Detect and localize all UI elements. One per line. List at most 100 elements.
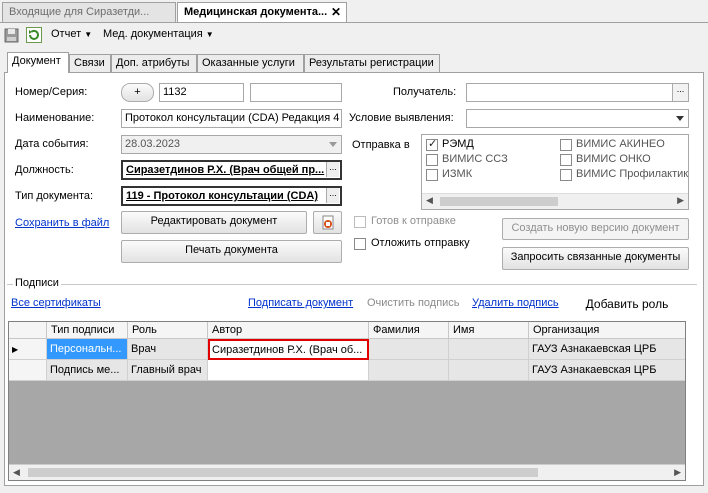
scroll-right-icon[interactable]: ▶ xyxy=(674,467,681,478)
position-lookup-button[interactable]: ... xyxy=(326,162,339,177)
edit-document-button[interactable]: Редактировать документ xyxy=(121,211,307,234)
dropdown-arrow-icon: ▼ xyxy=(84,30,93,39)
row-indicator[interactable] xyxy=(9,360,47,381)
print-document-button[interactable]: Печать документа xyxy=(121,240,342,263)
tab-document-label: Документ xyxy=(12,55,61,67)
table-cell-author[interactable] xyxy=(208,360,369,381)
column-header[interactable]: Тип подписи xyxy=(47,322,128,339)
table-cell-role[interactable]: Врач xyxy=(128,339,208,360)
postpone-send-label: Отложить отправку xyxy=(371,237,470,249)
table-cell-type[interactable]: Подпись ме... xyxy=(47,360,128,381)
tab-links[interactable]: Связи xyxy=(69,54,111,72)
send-option-label: ИЗМК xyxy=(442,168,473,180)
position-value: Сиразетдинов Р.Х. (Врач общей пр... xyxy=(126,164,325,176)
tab-extra-attributes[interactable]: Доп. атрибуты xyxy=(111,54,197,72)
send-option-checkbox[interactable] xyxy=(560,169,572,181)
recipient-label: Получатель: xyxy=(393,86,457,98)
save-disk-icon[interactable] xyxy=(4,28,19,43)
sign-document-link[interactable]: Подписать документ xyxy=(248,297,353,309)
recipient-field[interactable]: ... xyxy=(466,83,689,102)
scroll-left-icon[interactable]: ◀ xyxy=(13,467,20,478)
send-option-checkbox[interactable] xyxy=(560,139,572,151)
number-field[interactable]: 1132 xyxy=(159,83,244,102)
request-linked-docs-button[interactable]: Запросить связанные документы xyxy=(502,247,689,270)
tab-registration-results-label: Результаты регистрации xyxy=(309,57,434,69)
report-menu[interactable]: Отчет ▼ xyxy=(51,28,92,40)
row-indicator[interactable]: ▶ xyxy=(9,339,47,360)
row-pointer-icon: ▶ xyxy=(12,345,19,354)
postpone-send-checkbox[interactable] xyxy=(354,238,366,250)
event-date-value: 28.03.2023 xyxy=(125,138,181,150)
column-header[interactable]: Фамилия xyxy=(369,322,449,339)
send-option-label: ВИМИС ССЗ xyxy=(442,153,508,165)
table-cell-org[interactable]: ГАУЗ Азнакаевская ЦРБ xyxy=(529,339,685,360)
send-option-label: ВИМИС АКИНЕО xyxy=(576,138,665,150)
refresh-icon[interactable] xyxy=(26,27,42,43)
table-cell-name[interactable] xyxy=(449,360,529,381)
send-option-label: ВИМИС ОНКО xyxy=(576,153,651,165)
column-header[interactable]: Организация xyxy=(529,322,685,339)
row-indicator-header xyxy=(9,322,47,339)
table-cell-author[interactable]: Сиразетдинов Р.Х. (Врач об... xyxy=(208,339,369,360)
position-field[interactable]: Сиразетдинов Р.Х. (Врач общей пр...... xyxy=(121,160,342,180)
signatures-table[interactable]: Тип подписи Роль Автор Фамилия Имя Орган… xyxy=(8,321,686,481)
scroll-right-icon[interactable]: ▶ xyxy=(677,195,684,206)
tab-registration-results[interactable]: Результаты регистрации xyxy=(304,54,440,72)
column-header[interactable]: Роль xyxy=(128,322,208,339)
add-number-button[interactable]: + xyxy=(121,83,154,102)
send-to-label: Отправка в xyxy=(352,139,410,151)
tab-links-label: Связи xyxy=(74,57,105,69)
event-date-field[interactable]: 28.03.2023 xyxy=(121,135,342,154)
doc-tab-med-doc[interactable]: Медицинская документа... ✕ xyxy=(177,2,347,22)
doc-tab-med-doc-label: Медицинская документа... xyxy=(184,6,328,18)
horizontal-scrollbar[interactable]: ◀ ▶ xyxy=(422,193,688,209)
table-horizontal-scrollbar[interactable]: ◀ ▶ xyxy=(9,464,685,480)
scrollbar-thumb[interactable] xyxy=(440,197,558,206)
signatures-divider xyxy=(7,284,697,285)
clear-signature-link[interactable]: Очистить подпись xyxy=(367,297,460,309)
doctype-value: 119 - Протокол консультации (CDA) xyxy=(126,190,319,202)
pdf-document-button[interactable] xyxy=(313,211,342,234)
table-cell-name[interactable] xyxy=(449,339,529,360)
send-option-checkbox[interactable] xyxy=(426,169,438,181)
recipient-lookup-button[interactable]: ... xyxy=(672,84,688,101)
send-to-list[interactable]: РЭМД ВИМИС ССЗ ИЗМК ВИМИС АКИНЕО ВИМИС О… xyxy=(421,134,689,210)
add-role-button[interactable]: Добавить роль xyxy=(568,291,686,316)
name-label: Наименование: xyxy=(15,112,95,124)
table-cell-type[interactable]: Персональн... xyxy=(47,339,128,360)
doc-tab-incoming[interactable]: Входящие для Сиразетди... xyxy=(2,2,176,22)
table-cell-surname[interactable] xyxy=(369,360,449,381)
series-field[interactable] xyxy=(250,83,342,102)
report-menu-label: Отчет xyxy=(51,28,82,40)
condition-label: Условие выявления: xyxy=(349,112,454,124)
number-label: Номер/Серия: xyxy=(15,86,88,98)
event-date-label: Дата события: xyxy=(15,138,89,150)
column-header[interactable]: Автор xyxy=(208,322,369,339)
scrollbar-thumb[interactable] xyxy=(28,468,538,477)
column-header[interactable]: Имя xyxy=(449,322,529,339)
doctype-field[interactable]: 119 - Протокол консультации (CDA)... xyxy=(121,186,342,206)
send-option-checkbox[interactable] xyxy=(560,154,572,166)
all-certificates-link[interactable]: Все сертификаты xyxy=(11,297,101,309)
table-cell-role[interactable]: Главный врач xyxy=(128,360,208,381)
table-cell-org[interactable]: ГАУЗ Азнакаевская ЦРБ xyxy=(529,360,685,381)
table-cell-surname[interactable] xyxy=(369,339,449,360)
send-option-checkbox[interactable] xyxy=(426,154,438,166)
delete-signature-link[interactable]: Удалить подпись xyxy=(472,297,559,309)
ready-to-send-checkbox[interactable] xyxy=(354,216,366,228)
save-to-file-link[interactable]: Сохранить в файл xyxy=(15,217,109,229)
doctype-label: Тип документа: xyxy=(15,190,94,202)
send-option-label: ВИМИС Профилактик xyxy=(576,168,689,180)
create-new-version-button[interactable]: Создать новую версию документ xyxy=(502,218,689,240)
condition-select[interactable] xyxy=(466,109,689,128)
tab-services[interactable]: Оказанные услуги xyxy=(197,54,304,72)
close-icon[interactable]: ✕ xyxy=(331,5,341,19)
doctype-lookup-button[interactable]: ... xyxy=(326,188,339,203)
tab-document[interactable]: Документ xyxy=(7,52,69,73)
scroll-left-icon[interactable]: ◀ xyxy=(426,195,433,206)
send-option-checkbox[interactable] xyxy=(426,137,438,151)
send-option-label: РЭМД xyxy=(442,138,474,150)
chevron-down-icon xyxy=(676,116,684,121)
name-field[interactable]: Протокол консультации (CDA) Редакция 4 xyxy=(121,109,342,128)
med-doc-menu[interactable]: Мед. документация ▼ xyxy=(103,28,214,40)
